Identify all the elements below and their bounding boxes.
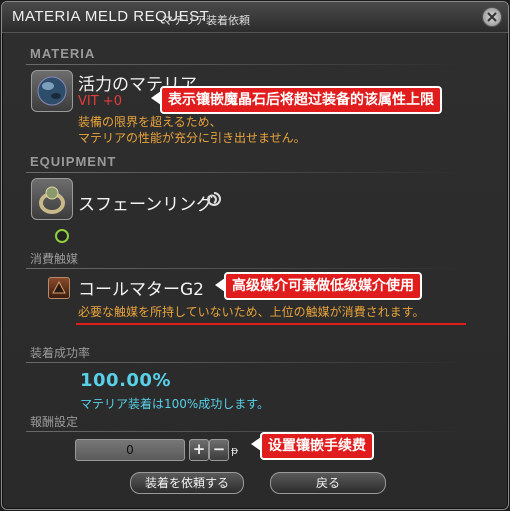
materia-section-label: MATERIA	[30, 46, 96, 61]
catalyst-section-label: 消費触媒	[30, 252, 79, 266]
close-button[interactable]	[482, 7, 502, 27]
success-description: マテリア装着は100%成功します。	[80, 397, 270, 411]
materia-callout: 表示镶嵌魔晶石后将超过装备的该属性上限	[160, 86, 442, 114]
gil-currency-symbol: ᵽ	[231, 444, 239, 457]
equipment-slot[interactable]	[31, 178, 73, 220]
success-rate: 100.00%	[80, 370, 171, 391]
ring-icon	[39, 186, 65, 214]
materia-warning-line1: 装備の限界を超えるため、	[78, 115, 222, 129]
reward-divider	[26, 431, 466, 432]
materia-slot[interactable]	[31, 70, 73, 112]
equipment-section-label: EQUIPMENT	[30, 154, 117, 169]
reward-callout: 设置镶嵌手续费	[260, 432, 374, 460]
catalyst-note: 必要な触媒を所持していないため、上位の触媒が消費されます。	[78, 305, 425, 319]
increase-button[interactable]: +	[189, 439, 209, 461]
dark-matter-icon	[52, 280, 66, 294]
catalyst-name: コールマターG2	[78, 280, 204, 300]
window-subtitle: マテリア装着依頼	[162, 14, 250, 27]
materia-orb-icon	[37, 76, 67, 106]
decrease-button[interactable]: −	[209, 439, 229, 461]
back-button[interactable]: 戻る	[270, 472, 386, 494]
close-icon	[487, 12, 497, 22]
equipment-name: スフェーンリング	[78, 195, 214, 215]
glamour-swirl-icon	[206, 192, 221, 206]
catalyst-callout: 高级媒介可兼做低级媒介使用	[224, 272, 422, 300]
materia-socket-icon	[55, 229, 69, 243]
catalyst-item-icon	[48, 277, 70, 299]
equipment-divider	[26, 172, 466, 173]
title-bar[interactable]: MATERIA MELD REQUEST マテリア装着依頼	[2, 2, 508, 33]
catalyst-divider	[26, 268, 466, 269]
reward-input[interactable]: 0	[75, 439, 185, 461]
materia-divider	[26, 64, 466, 65]
materia-warning-line2: マテリアの性能が充分に引き出せません。	[78, 131, 306, 145]
request-meld-button[interactable]: 装着を依頼する	[130, 472, 244, 494]
success-divider	[26, 362, 466, 363]
success-section-label: 装着成功率	[30, 346, 91, 360]
reward-section-label: 報酬設定	[30, 415, 79, 429]
materia-meld-window: MATERIA MELD REQUEST マテリア装着依頼 MATERIA 活力…	[1, 1, 509, 510]
catalyst-note-underline	[76, 323, 466, 325]
materia-stat: VIT +0	[78, 94, 122, 109]
